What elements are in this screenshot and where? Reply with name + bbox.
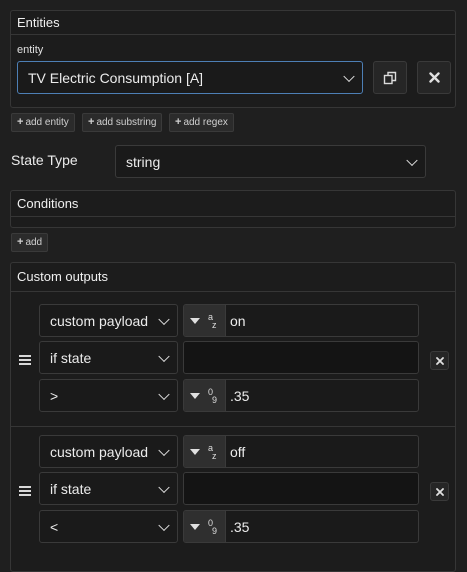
caret-down-icon (190, 392, 200, 399)
plus-icon: + (17, 116, 24, 128)
conditions-title: Conditions (17, 196, 79, 211)
if-value-input[interactable] (183, 341, 419, 374)
add-regex-label: add regex (183, 117, 228, 128)
add-regex-button[interactable]: + add regex (169, 113, 234, 132)
operator-select[interactable]: < (39, 510, 178, 543)
conditions-divider (11, 216, 455, 217)
compare-value-input[interactable]: 0 9 .35 (183, 510, 419, 543)
close-icon (435, 487, 444, 496)
payload-value: off (230, 443, 246, 460)
close-icon (428, 72, 440, 83)
number-type-icon: 0 9 (208, 518, 218, 536)
remove-output-button[interactable] (430, 482, 449, 501)
entity-label: entity (17, 44, 44, 56)
custom-outputs-title: Custom outputs (17, 269, 109, 284)
custom-outputs-divider (11, 291, 455, 292)
close-icon (435, 356, 444, 365)
compare-value-input[interactable]: 0 9 .35 (183, 379, 419, 412)
glyph-bottom: z (212, 319, 217, 330)
payload-type-button[interactable]: a z (184, 305, 226, 336)
operator-value: < (50, 518, 59, 535)
operator-value: > (50, 387, 59, 404)
chevron-down-icon (158, 444, 170, 456)
output-group-divider (11, 426, 455, 427)
payload-type-button[interactable]: a z (184, 436, 226, 467)
glyph-bottom: 9 (212, 525, 218, 536)
payload-type-value: custom payload (50, 443, 149, 460)
entities-divider (11, 34, 455, 35)
compare-type-button[interactable]: 0 9 (184, 380, 226, 411)
payload-type-select[interactable]: custom payload (39, 435, 178, 468)
number-type-icon: 0 9 (208, 387, 218, 405)
chevron-down-icon (343, 70, 355, 82)
add-condition-label: add (25, 237, 43, 248)
entity-select[interactable]: TV Electric Consumption [A] (17, 61, 363, 94)
operator-select[interactable]: > (39, 379, 178, 412)
copy-entity-button[interactable] (373, 61, 407, 94)
payload-type-value: custom payload (50, 312, 149, 329)
compare-value: .35 (230, 518, 250, 535)
plus-icon: + (17, 236, 24, 248)
drag-handle-icon[interactable] (19, 353, 31, 367)
plus-icon: + (88, 116, 95, 128)
plus-icon: + (175, 116, 182, 128)
copy-icon (383, 71, 397, 84)
chevron-down-icon (158, 519, 170, 531)
caret-down-icon (190, 523, 200, 530)
state-type-select[interactable]: string (115, 145, 426, 178)
chevron-down-icon (158, 388, 170, 400)
payload-type-select[interactable]: custom payload (39, 304, 178, 337)
compare-value: .35 (230, 387, 250, 404)
if-select-value: if state (50, 349, 92, 366)
chevron-down-icon (406, 154, 418, 166)
state-type-label: State Type (11, 152, 78, 168)
entities-title: Entities (17, 15, 60, 30)
chevron-down-icon (158, 350, 170, 362)
string-type-icon: a z (208, 312, 218, 330)
if-select[interactable]: if state (39, 341, 178, 374)
glyph-bottom: 9 (212, 394, 218, 405)
remove-output-button[interactable] (430, 351, 449, 370)
caret-down-icon (190, 448, 200, 455)
if-select[interactable]: if state (39, 472, 178, 505)
state-type-value: string (126, 153, 161, 170)
payload-value-input[interactable]: a z on (183, 304, 419, 337)
if-value-input[interactable] (183, 472, 419, 505)
glyph-bottom: z (212, 450, 217, 461)
caret-down-icon (190, 317, 200, 324)
payload-value-input[interactable]: a z off (183, 435, 419, 468)
compare-type-button[interactable]: 0 9 (184, 511, 226, 542)
add-substring-label: add substring (96, 117, 157, 128)
string-type-icon: a z (208, 443, 218, 461)
remove-entity-button[interactable] (417, 61, 451, 94)
chevron-down-icon (158, 313, 170, 325)
entity-select-value: TV Electric Consumption [A] (28, 69, 204, 86)
if-select-value: if state (50, 480, 92, 497)
drag-handle-icon[interactable] (19, 484, 31, 498)
chevron-down-icon (158, 481, 170, 493)
add-entity-label: add entity (25, 117, 69, 128)
add-entity-button[interactable]: + add entity (11, 113, 75, 132)
add-condition-button[interactable]: + add (11, 233, 49, 252)
payload-value: on (230, 312, 246, 329)
add-substring-button[interactable]: + add substring (82, 113, 163, 132)
